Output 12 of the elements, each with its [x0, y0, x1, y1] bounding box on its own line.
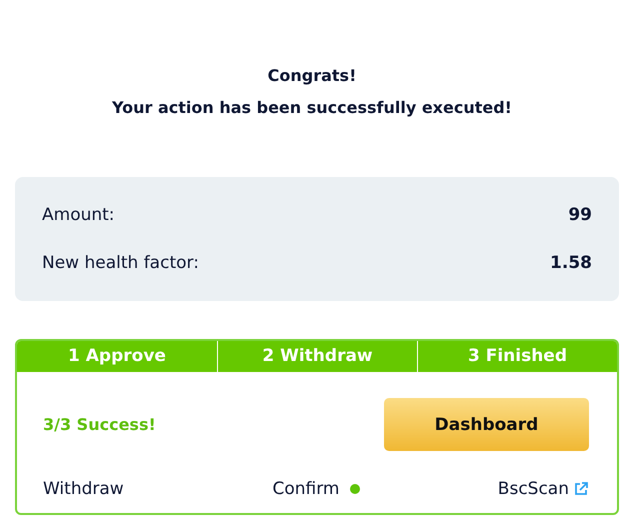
- congrats-title: Congrats!: [266, 65, 358, 87]
- dashboard-button[interactable]: Dashboard: [384, 398, 589, 451]
- detail-label: Amount:: [42, 204, 115, 227]
- status-text: 3/3 Success!: [43, 415, 156, 434]
- detail-label: New health factor:: [42, 252, 199, 275]
- action-label: Withdraw: [43, 479, 125, 499]
- detail-value: 99: [568, 204, 592, 227]
- explorer-link[interactable]: BscScan: [498, 479, 569, 499]
- external-link-icon: [573, 481, 589, 497]
- confirm-label: Confirm: [272, 479, 340, 499]
- detail-value: 1.58: [550, 252, 592, 275]
- success-message: Your action has been successfully executed!: [111, 97, 513, 119]
